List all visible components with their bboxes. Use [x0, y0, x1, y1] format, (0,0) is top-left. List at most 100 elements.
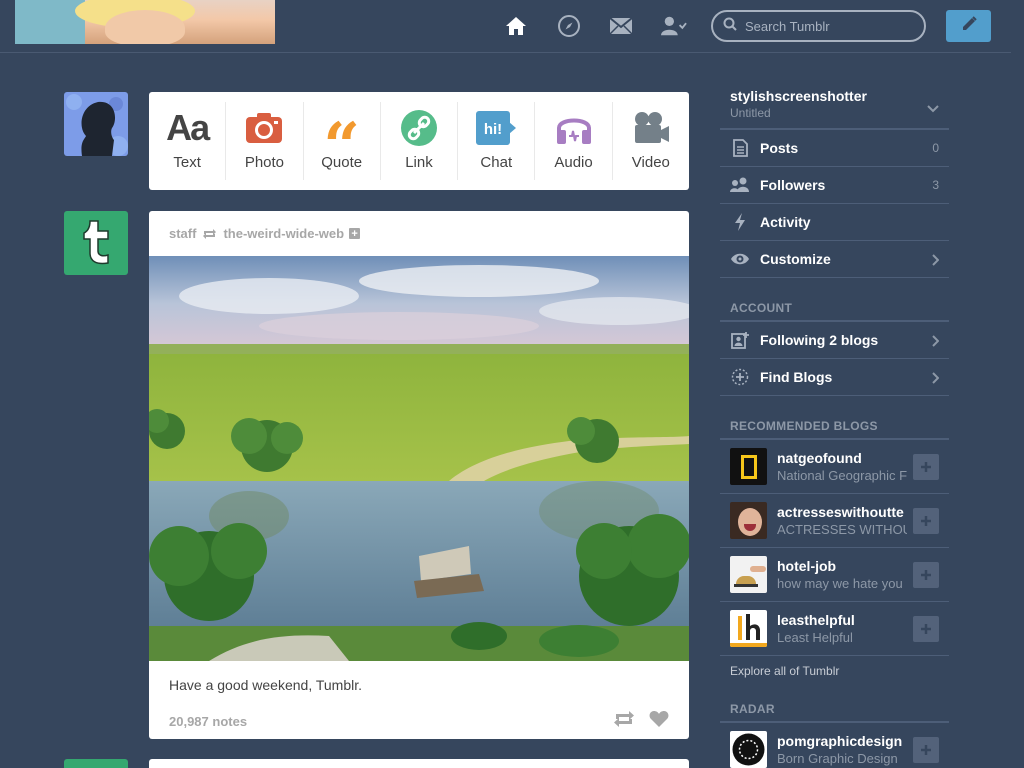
follow-plus-button[interactable]	[913, 508, 939, 534]
svg-text:hi!: hi!	[484, 121, 502, 138]
post-type-label: Quote	[321, 154, 363, 171]
radar-blog[interactable]: pomgraphicdesign Born Graphic Design	[720, 723, 949, 768]
search-input[interactable]	[745, 18, 905, 34]
next-post-avatar[interactable]	[64, 759, 128, 768]
camera-icon	[245, 108, 283, 148]
recommended-blog[interactable]: hotel-job how may we hate you	[720, 548, 949, 602]
post-caption: Have a good weekend, Tumblr.	[169, 677, 363, 693]
staff-avatar[interactable]	[64, 211, 128, 275]
sidebar-item-customize[interactable]: Customize	[720, 241, 949, 278]
post-type-label: Chat	[480, 154, 513, 171]
sidebar-item-label: Find Blogs	[760, 369, 833, 385]
follow-plus-button[interactable]	[913, 616, 939, 642]
lightning-icon	[730, 213, 750, 231]
chevron-right-icon	[932, 334, 940, 350]
my-avatar[interactable]	[64, 92, 128, 156]
chevron-right-icon	[932, 371, 940, 387]
sidebar-item-label: Followers	[760, 177, 826, 193]
sidebar-item-followers[interactable]: Followers 3	[720, 167, 949, 204]
post-type-quote-button[interactable]: “ Quote	[304, 102, 381, 180]
inbox-mail-icon[interactable]	[608, 13, 634, 39]
post-type-video-button[interactable]: Video	[613, 102, 689, 180]
recommended-blog-desc: how may we hate you	[777, 576, 903, 591]
posts-icon	[730, 139, 750, 157]
followers-icon	[730, 177, 750, 193]
chevron-right-icon	[932, 253, 940, 269]
hotel-job-avatar[interactable]	[730, 556, 767, 593]
post-type-photo-button[interactable]: Photo	[226, 102, 304, 180]
post-author-link[interactable]: staff	[169, 226, 196, 241]
post-type-bar: Aa Text Photo “ Quote Link hi! Chat Audi…	[149, 92, 689, 190]
post-type-link-button[interactable]: Link	[381, 102, 459, 180]
pomgraphicdesign-avatar[interactable]	[730, 731, 767, 768]
radar-blog-name[interactable]: pomgraphicdesign	[777, 733, 907, 749]
right-sidebar: stylishscreenshotter Untitled Posts 0 Fo…	[720, 86, 949, 768]
top-header	[0, 0, 1011, 53]
actresses-avatar[interactable]	[730, 502, 767, 539]
follow-plus-button[interactable]	[913, 737, 939, 763]
sidebar-item-label: Following 2 blogs	[760, 332, 879, 348]
account-section-title: ACCOUNT	[720, 295, 949, 322]
sidebar-item-label: Customize	[760, 251, 831, 267]
text-icon: Aa	[166, 107, 210, 148]
radar-section-title: RADAR	[720, 696, 949, 723]
link-icon	[400, 108, 438, 148]
search-bar[interactable]	[711, 10, 926, 42]
chevron-down-icon[interactable]	[927, 100, 939, 118]
recommended-blog[interactable]: natgeofound National Geographic F	[720, 440, 949, 494]
home-icon[interactable]	[503, 13, 529, 39]
post-photo-landscape[interactable]	[149, 256, 689, 661]
tumblr-t-logo-icon	[76, 217, 116, 270]
header-banner-image[interactable]	[15, 0, 275, 44]
recommended-blog-desc: ACTRESSES WITHOU	[777, 522, 907, 537]
chat-icon: hi!	[475, 108, 517, 148]
recommended-blog-name[interactable]: actresseswithoutte	[777, 504, 907, 520]
recommended-blog-name[interactable]: hotel-job	[777, 558, 907, 574]
eye-icon	[730, 252, 750, 266]
recommended-blog[interactable]: actresseswithoutte ACTRESSES WITHOU	[720, 494, 949, 548]
explore-all-link[interactable]: Explore all of Tumblr	[720, 656, 949, 686]
find-blogs-icon	[730, 368, 750, 386]
post-type-label: Photo	[244, 154, 285, 171]
video-camera-icon	[632, 108, 670, 148]
followers-count: 3	[932, 178, 939, 192]
post-notes-count[interactable]: 20,987 notes	[169, 714, 247, 729]
headphones-icon	[555, 108, 593, 148]
dashboard-post: staff the-weird-wide-web + Have a good w…	[149, 211, 689, 739]
recommended-blog-desc: National Geographic F	[777, 468, 907, 483]
post-type-label: Audio	[554, 154, 593, 171]
post-type-label: Text	[173, 154, 201, 171]
sidebar-item-find-blogs[interactable]: Find Blogs	[720, 359, 949, 396]
explore-compass-icon[interactable]	[556, 13, 582, 39]
natgeo-avatar[interactable]	[730, 448, 767, 485]
search-icon	[723, 17, 737, 36]
reblog-small-icon	[202, 228, 217, 240]
sidebar-item-following[interactable]: Following 2 blogs	[720, 322, 949, 359]
account-user-icon[interactable]	[661, 13, 687, 39]
next-post-card	[149, 759, 689, 768]
follow-plus-button[interactable]	[913, 454, 939, 480]
sidebar-item-label: Activity	[760, 214, 811, 230]
like-heart-icon[interactable]	[649, 710, 669, 733]
follow-plus-icon[interactable]: +	[349, 228, 361, 240]
reblog-icon[interactable]	[613, 710, 635, 733]
post-type-label: Video	[631, 154, 670, 171]
recommended-blog-name[interactable]: natgeofound	[777, 450, 907, 466]
blog-name[interactable]: stylishscreenshotter	[730, 88, 949, 104]
post-type-text-button[interactable]: Aa Text	[149, 102, 227, 180]
recommended-blog-desc: Least Helpful	[777, 630, 853, 645]
follow-plus-button[interactable]	[913, 562, 939, 588]
blog-switcher[interactable]: stylishscreenshotter Untitled	[720, 86, 949, 130]
post-type-chat-button[interactable]: hi! Chat	[458, 102, 536, 180]
recommended-blog-name[interactable]: leasthelpful	[777, 612, 907, 628]
sidebar-item-posts[interactable]: Posts 0	[720, 130, 949, 167]
sidebar-item-activity[interactable]: Activity	[720, 204, 949, 241]
leasthelpful-avatar[interactable]	[730, 610, 767, 647]
post-footer: 20,987 notes	[149, 703, 689, 739]
compose-post-button[interactable]	[946, 10, 991, 42]
quote-icon: “	[323, 109, 361, 184]
post-type-audio-button[interactable]: Audio	[535, 102, 613, 180]
reblogged-from-link[interactable]: the-weird-wide-web	[223, 226, 344, 241]
pencil-icon	[960, 15, 978, 38]
recommended-blog[interactable]: leasthelpful Least Helpful	[720, 602, 949, 656]
